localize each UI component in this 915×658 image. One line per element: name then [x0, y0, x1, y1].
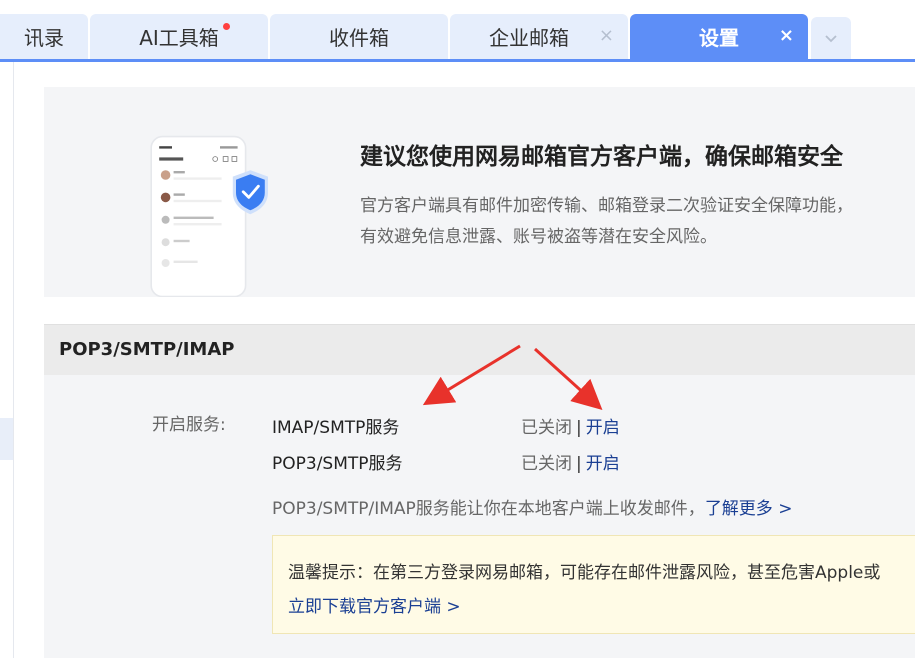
warning-tip-box: 温馨提示：在第三方登录网易邮箱，可能存在邮件泄露风险，甚至危害Apple或 立即…	[272, 535, 915, 634]
imap-service-status: 已关闭 | 开启	[521, 413, 620, 438]
imap-enable-link[interactable]: 开启	[586, 418, 620, 438]
tab-contacts[interactable]: 讯录	[0, 14, 88, 59]
section-title: POP3/SMTP/IMAP	[59, 339, 235, 360]
status-text: 已关闭	[521, 454, 572, 474]
chevron-down-icon	[825, 35, 837, 43]
tab-label: 讯录	[24, 26, 64, 50]
separator: |	[576, 418, 582, 438]
tab-label: 设置	[699, 26, 739, 50]
status-text: 已关闭	[521, 418, 572, 438]
client-promo-banner: 建议您使用网易邮箱官方客户端，确保邮箱安全 官方客户端具有邮件加密传输、邮箱登录…	[44, 87, 915, 297]
tab-underline	[0, 59, 915, 62]
tab-label: 企业邮箱	[489, 26, 569, 50]
tab-label: 收件箱	[329, 26, 389, 50]
tab-inbox[interactable]: 收件箱	[270, 14, 448, 59]
pop3-service-name: POP3/SMTP服务	[272, 454, 403, 474]
separator: |	[576, 454, 582, 474]
banner-description: 官方客户端具有邮件加密传输、邮箱登录二次验证安全保障功能，有效避免信息泄露、账号…	[360, 196, 853, 247]
section-header: POP3/SMTP/IMAP	[44, 324, 915, 375]
close-icon[interactable]: ×	[599, 26, 614, 46]
sidebar-selected-item[interactable]	[0, 418, 13, 460]
learn-more-link[interactable]: 了解更多 >	[705, 499, 793, 519]
tab-settings[interactable]: 设置 ×	[630, 14, 808, 59]
imap-service-name: IMAP/SMTP服务	[272, 418, 400, 438]
phone-illustration-icon	[150, 135, 268, 297]
notification-badge	[223, 23, 230, 30]
tip-text: 温馨提示：在第三方登录网易邮箱，可能存在邮件泄露风险，甚至危害Apple或	[288, 563, 881, 583]
download-client-link[interactable]: 立即下载官方客户端 >	[288, 592, 461, 617]
banner-title: 建议您使用网易邮箱官方客户端，确保邮箱安全	[360, 144, 843, 170]
close-icon[interactable]: ×	[779, 26, 794, 46]
tab-more-button[interactable]	[811, 17, 851, 59]
pop3-enable-link[interactable]: 开启	[586, 454, 620, 474]
left-sidebar	[0, 62, 14, 658]
note-text: POP3/SMTP/IMAP服务能让你在本地客户端上收发邮件，	[272, 499, 705, 519]
tab-label: AI工具箱	[139, 26, 219, 50]
tab-ai-toolbox[interactable]: AI工具箱	[90, 14, 268, 59]
tab-bar: 讯录 AI工具箱 收件箱 企业邮箱 × 设置 ×	[0, 0, 915, 62]
tab-enterprise-mail[interactable]: 企业邮箱 ×	[450, 14, 628, 59]
service-note: POP3/SMTP/IMAP服务能让你在本地客户端上收发邮件，了解更多 >	[272, 494, 792, 519]
pop3-service-status: 已关闭 | 开启	[521, 449, 620, 474]
service-label: 开启服务:	[152, 415, 226, 435]
